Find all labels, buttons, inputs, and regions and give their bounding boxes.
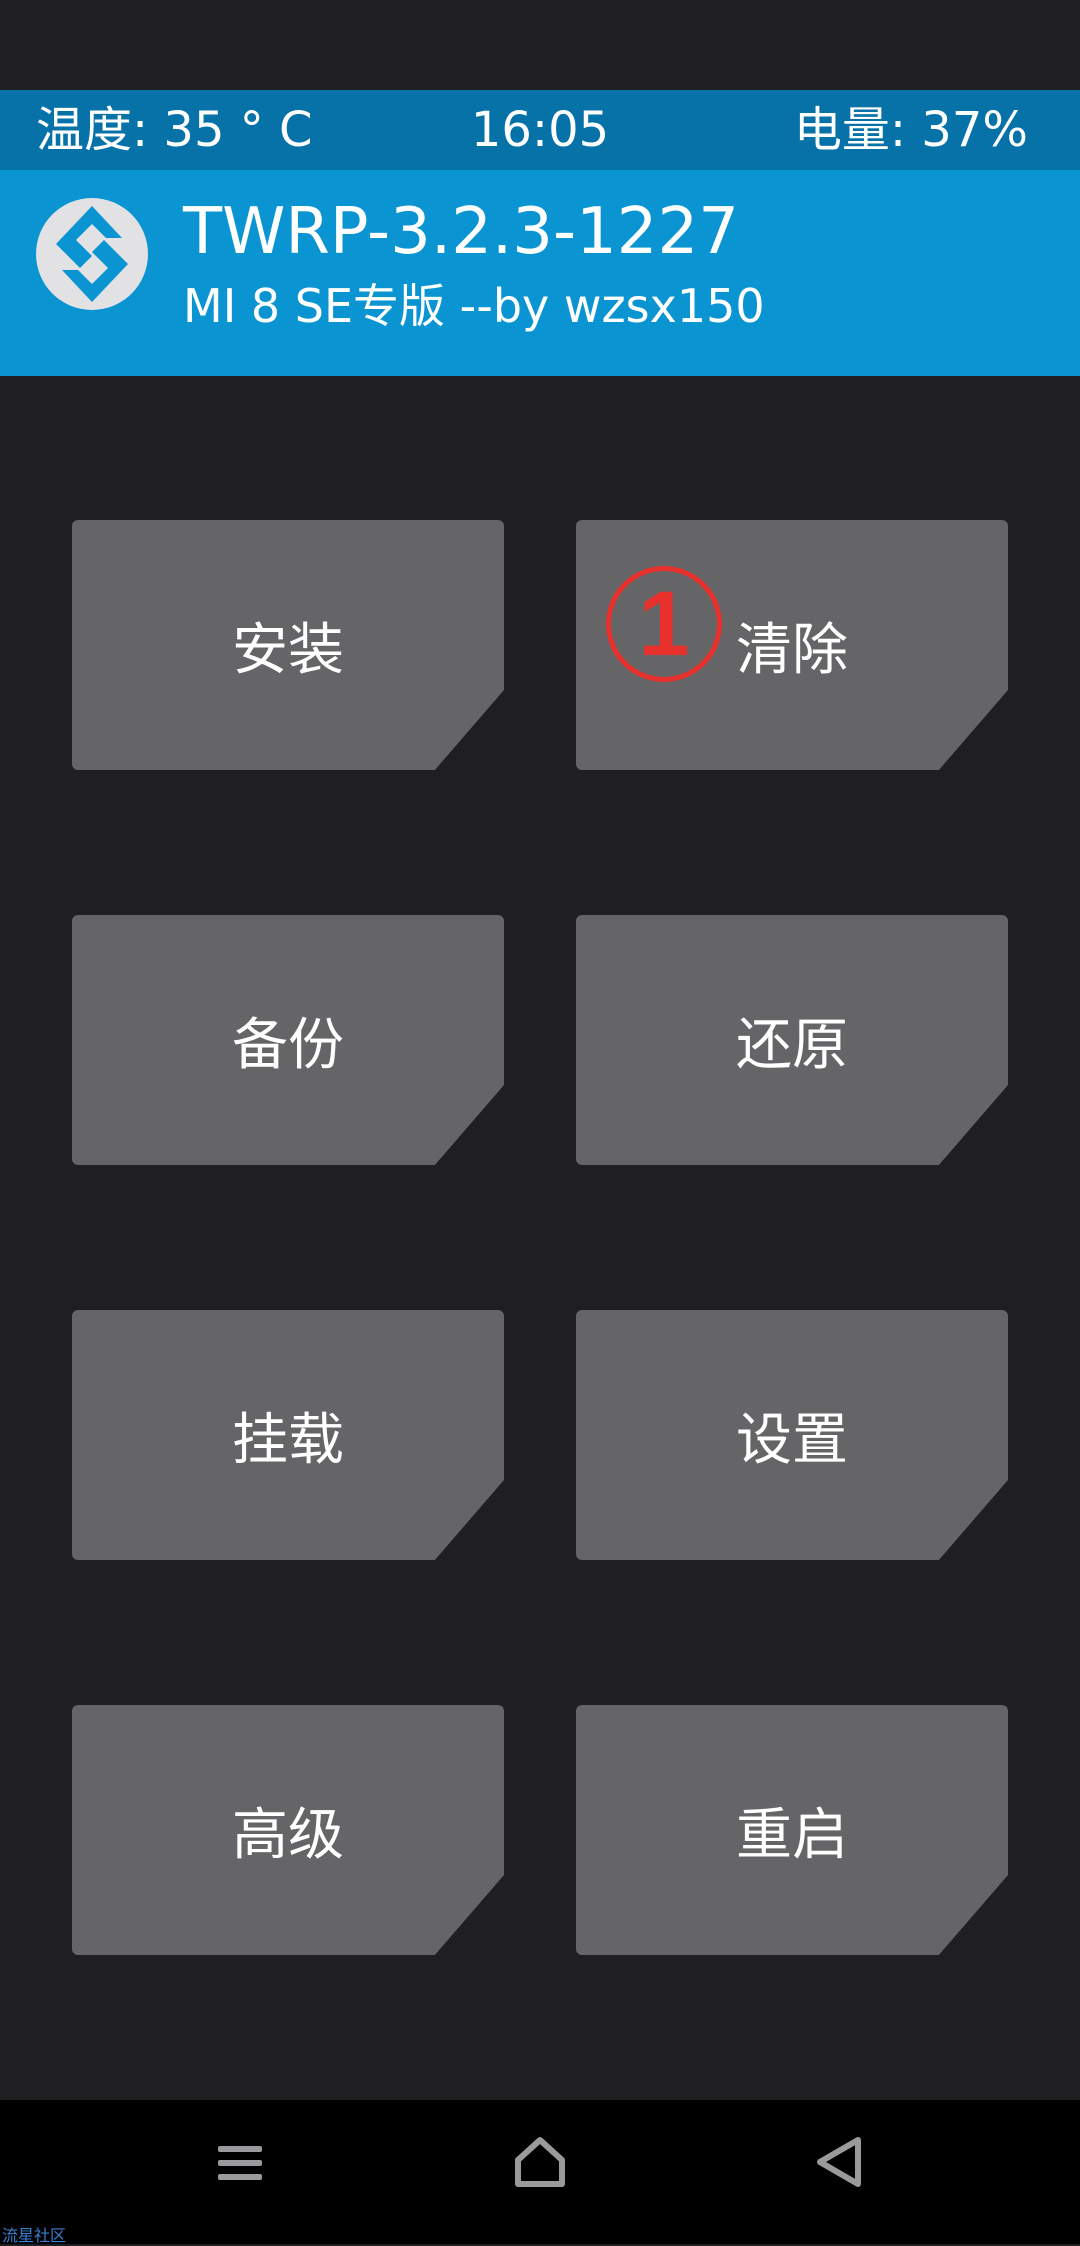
step-marker-annotation: 1 xyxy=(606,566,722,682)
top-bezel xyxy=(0,0,1080,90)
reboot-button[interactable]: 重启 xyxy=(576,1705,1008,1955)
twrp-logo-icon xyxy=(36,198,148,310)
watermark: 流星社区 xyxy=(2,2226,67,2245)
back-icon[interactable] xyxy=(800,2122,880,2202)
menu-icon[interactable] xyxy=(200,2122,280,2202)
battery-readout: 电量: 37% xyxy=(793,102,1028,158)
app-header: TWRP-3.2.3-1227 MI 8 SE专版 --by wzsx150 xyxy=(0,170,1080,376)
app-subtitle: MI 8 SE专版 --by wzsx150 xyxy=(183,279,765,333)
navigation-bar xyxy=(0,2100,1080,2244)
home-icon[interactable] xyxy=(500,2122,580,2202)
status-bar: 温度: 35 ° C 16:05 电量: 37% xyxy=(0,90,1080,170)
backup-button[interactable]: 备份 xyxy=(72,915,504,1165)
advanced-button[interactable]: 高级 xyxy=(72,1705,504,1955)
mount-button[interactable]: 挂载 xyxy=(72,1310,504,1560)
restore-button[interactable]: 还原 xyxy=(576,915,1008,1165)
settings-button[interactable]: 设置 xyxy=(576,1310,1008,1560)
app-title: TWRP-3.2.3-1227 xyxy=(183,195,739,269)
install-button[interactable]: 安装 xyxy=(72,520,504,770)
